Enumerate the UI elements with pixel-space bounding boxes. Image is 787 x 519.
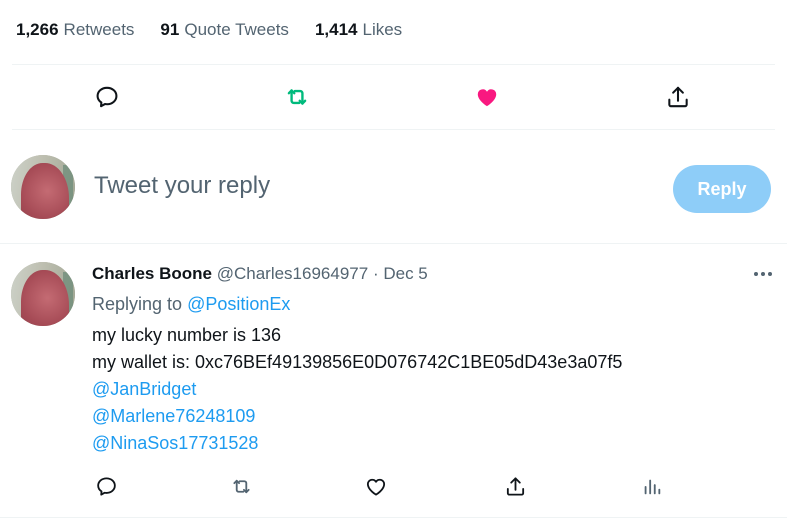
- share-button[interactable]: [498, 469, 532, 503]
- retweets-count: 1,266: [16, 20, 59, 39]
- quote-tweets-label: Quote Tweets: [184, 20, 289, 39]
- analytics-icon: [644, 479, 661, 495]
- retweet-icon: [232, 479, 250, 493]
- analytics-button[interactable]: [635, 469, 669, 503]
- reply-icon: [96, 476, 116, 496]
- main-action-bar: [0, 80, 787, 114]
- author-handle[interactable]: @Charles16964977: [217, 264, 368, 283]
- tweet-header: Charles Boone @Charles16964977 · Dec 5: [92, 264, 428, 284]
- engagement-stats: 1,266 Retweets 91 Quote Tweets 1,414 Likes: [16, 17, 402, 43]
- retweet-button[interactable]: [224, 469, 258, 503]
- retweets-label: Retweets: [63, 20, 135, 39]
- more-options-button[interactable]: [748, 262, 778, 286]
- like-button[interactable]: [470, 80, 504, 114]
- mention-link[interactable]: @JanBridget: [92, 376, 622, 403]
- replying-to: Replying to @PositionEx: [92, 294, 290, 315]
- quote-tweets-count: 91: [160, 20, 180, 39]
- tweet-date[interactable]: Dec 5: [383, 264, 427, 283]
- author-avatar[interactable]: [11, 262, 75, 326]
- divider: [12, 129, 775, 130]
- likes-stat[interactable]: 1,414 Likes: [315, 20, 402, 40]
- retweet-button[interactable]: [280, 80, 314, 114]
- more-icon: [754, 272, 772, 276]
- divider: [0, 517, 787, 518]
- like-button[interactable]: [359, 469, 393, 503]
- current-user-avatar[interactable]: [11, 155, 75, 219]
- mention-link[interactable]: @NinaSos17731528: [92, 430, 622, 457]
- tweet-line: my lucky number is 136: [92, 325, 282, 345]
- replying-to-link[interactable]: @PositionEx: [187, 294, 290, 314]
- quote-tweets-stat[interactable]: 91 Quote Tweets: [160, 20, 289, 40]
- likes-count: 1,414: [314, 20, 358, 39]
- tweet-action-bar: [0, 469, 787, 503]
- reply-submit-button[interactable]: Reply: [673, 165, 771, 213]
- heart-filled-icon: [477, 89, 497, 107]
- reply-button[interactable]: [90, 80, 124, 114]
- divider: [12, 64, 775, 65]
- share-button[interactable]: [661, 80, 695, 114]
- retweet-icon: [287, 89, 307, 105]
- divider: [0, 243, 787, 244]
- mention-link[interactable]: @Marlene76248109: [92, 403, 622, 430]
- tweet-text: my lucky number is 136 my wallet is: 0xc…: [92, 322, 622, 457]
- replying-to-label: Replying to: [92, 294, 183, 314]
- retweets-stat[interactable]: 1,266 Retweets: [16, 20, 134, 40]
- likes-label: Likes: [362, 20, 403, 39]
- share-icon: [506, 476, 524, 496]
- reply-button[interactable]: [89, 469, 123, 503]
- share-icon: [668, 86, 688, 108]
- author-name[interactable]: Charles Boone: [92, 264, 212, 283]
- reply-icon: [96, 86, 118, 108]
- tweet-line: my wallet is: 0xc76BEf49139856E0D076742C…: [92, 352, 623, 372]
- heart-icon: [366, 478, 386, 496]
- separator-dot: ·: [372, 264, 379, 283]
- reply-input[interactable]: Tweet your reply: [94, 172, 270, 200]
